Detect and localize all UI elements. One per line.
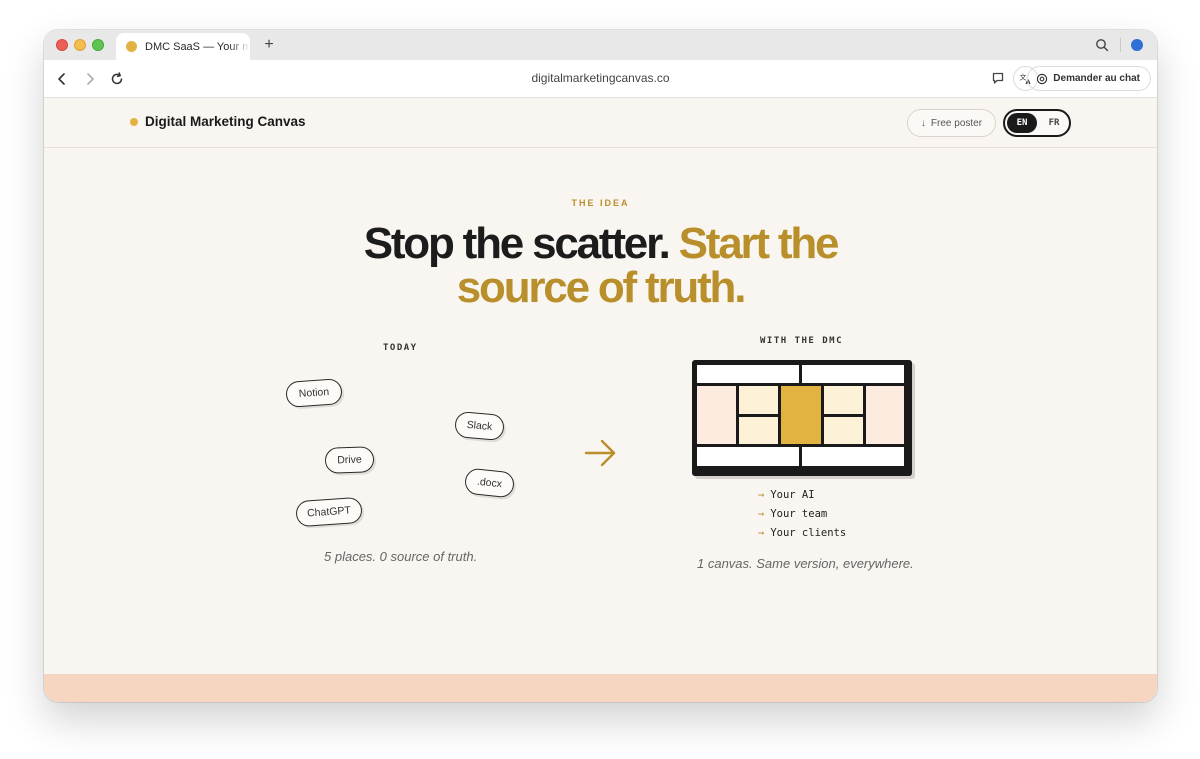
language-option-en[interactable]: EN — [1007, 113, 1037, 133]
benefit-text: Your team — [770, 508, 828, 520]
canvas-cell-right — [866, 386, 904, 444]
download-arrow-icon: ↓ — [920, 117, 926, 129]
next-section-band — [44, 674, 1157, 702]
list-item: → Your team — [758, 505, 846, 524]
canvas-cell-inner-bottom-right — [824, 417, 863, 444]
section-eyebrow: THE IDEA — [571, 198, 630, 208]
canvas-cell-inner-top-right — [824, 386, 863, 414]
tabstrip-divider — [1120, 38, 1121, 52]
right-arrow-icon — [584, 439, 616, 467]
benefit-text: Your clients — [770, 527, 847, 539]
browser-toolbar: digitalmarketingcanvas.co 文 A Demander a… — [44, 60, 1157, 98]
bullet-arrow-icon: → — [758, 489, 765, 501]
tool-pill-chatgpt: ChatGPT — [295, 496, 363, 528]
benefit-text: Your AI — [770, 489, 815, 501]
list-item: → Your clients — [758, 524, 846, 543]
bullet-arrow-icon: → — [758, 508, 765, 520]
ask-chat-button[interactable]: Demander au chat — [1027, 66, 1151, 91]
chat-assistant-icon — [1037, 73, 1048, 84]
tool-pill-slack: Slack — [453, 410, 506, 442]
today-caption: 5 places. 0 source of truth. — [324, 549, 478, 564]
benefit-list: → Your AI → Your team → Your clients — [758, 486, 846, 543]
tab-title: DMC SaaS — Your marketing canvas — [145, 40, 250, 53]
canvas-cell-inner-top-left — [739, 386, 778, 414]
canvas-cell-left — [697, 386, 736, 444]
profile-avatar[interactable] — [1131, 39, 1143, 51]
minimize-window-button[interactable] — [74, 39, 86, 51]
canvas-illustration — [692, 360, 912, 476]
with-dmc-label: WITH THE DMC — [760, 336, 844, 346]
tab-strip: DMC SaaS — Your marketing canvas + — [44, 30, 1157, 60]
ask-chat-label: Demander au chat — [1053, 73, 1140, 84]
list-item: → Your AI — [758, 486, 846, 505]
canvas-cell-top-left — [697, 365, 799, 383]
canvas-cell-top-right — [802, 365, 904, 383]
brand-name[interactable]: Digital Marketing Canvas — [145, 114, 306, 129]
favicon-icon — [126, 41, 137, 52]
search-tabs-icon[interactable] — [1095, 38, 1109, 52]
canvas-cell-inner-bottom-left — [739, 417, 778, 444]
browser-window: DMC SaaS — Your marketing canvas + digit… — [44, 30, 1157, 702]
headline-dark-part: Stop the scatter. — [363, 219, 671, 268]
web-page: Digital Marketing Canvas ↓ Free poster E… — [44, 98, 1157, 702]
free-poster-label: Free poster — [930, 117, 983, 129]
today-label: TODAY — [383, 343, 418, 353]
language-toggle: EN FR — [1003, 109, 1071, 137]
browser-tab-active[interactable]: DMC SaaS — Your marketing canvas — [116, 33, 250, 60]
canvas-cell-bottom-left — [697, 447, 799, 466]
site-header: Digital Marketing Canvas ↓ Free poster E… — [44, 98, 1157, 148]
headline-gold-first-line: Start the — [678, 219, 840, 268]
new-tab-button[interactable]: + — [260, 36, 278, 54]
brand-logo-dot — [130, 118, 138, 126]
bullet-arrow-icon: → — [758, 527, 765, 539]
canvas-cell-center — [781, 386, 821, 444]
tool-pill-notion: Notion — [285, 378, 343, 408]
maximize-window-button[interactable] — [92, 39, 104, 51]
close-window-button[interactable] — [56, 39, 68, 51]
tool-pill-drive: Drive — [324, 446, 375, 474]
canvas-cell-bottom-right — [802, 447, 904, 466]
free-poster-button[interactable]: ↓ Free poster — [907, 109, 996, 137]
comment-icon[interactable] — [991, 71, 1005, 85]
tool-pill-docx: .docx — [463, 467, 516, 499]
headline-gold-second-line: source of truth. — [456, 263, 747, 312]
with-dmc-caption: 1 canvas. Same version, everywhere. — [697, 556, 914, 571]
hero-headline: Stop the scatter. Start the source of tru… — [44, 222, 1157, 310]
language-option-fr[interactable]: FR — [1040, 113, 1068, 133]
